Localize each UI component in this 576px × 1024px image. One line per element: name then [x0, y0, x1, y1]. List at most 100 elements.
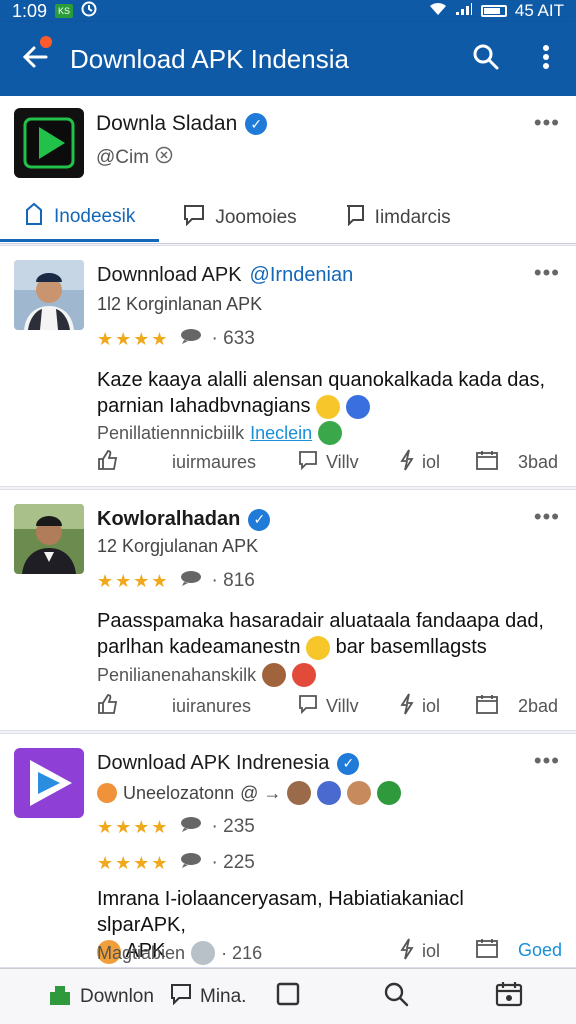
post-actions: iuirmaures Villv iol 3bad — [0, 444, 576, 480]
save-label: 3bad — [518, 451, 559, 472]
emoji-icon — [316, 394, 341, 419]
post-card[interactable]: Download APK Indrenesia ✓ ••• Uneelozato… — [0, 733, 576, 968]
post-more-button[interactable]: ••• — [534, 260, 560, 286]
comment-bubble-icon — [180, 852, 202, 874]
comment-bubble-icon — [180, 328, 202, 350]
battery-text: 45 AIT — [514, 1, 564, 20]
search-button[interactable] — [456, 22, 516, 96]
profile-more-button[interactable]: ••• — [534, 110, 560, 136]
verified-badge-icon: ✓ — [248, 508, 271, 531]
nav-messages[interactable]: Mina. — [170, 983, 246, 1011]
comment-icon — [183, 204, 205, 232]
profile-header: Downla Sladan ✓ @Cim ••• Inodeesik Joomo… — [0, 96, 576, 244]
avatar[interactable] — [14, 748, 84, 818]
share-label: iol — [422, 451, 441, 472]
nav-download[interactable]: Downlon — [48, 982, 154, 1012]
emoji-icon — [287, 781, 312, 805]
signal-icon — [455, 1, 473, 21]
post-subtitle-row: Uneelozatonn @ → — [97, 781, 402, 805]
share-label: iol — [422, 695, 441, 716]
overflow-menu-button[interactable] — [516, 22, 576, 96]
tab-bar: Inodeesik Joomoies Iimdarcis — [0, 194, 576, 244]
search-icon — [472, 43, 500, 76]
tab-joomoies[interactable]: Joomoies — [159, 194, 320, 242]
wifi-icon — [429, 1, 447, 21]
post-body-text: Imrana I-iolaanceryasam, Habiatiakaniacl… — [97, 888, 464, 936]
post-body: Kaze kaaya alalli alensan quanokalkada k… — [97, 367, 557, 419]
post-title: Kowloralhadan — [97, 508, 241, 530]
like-button[interactable] — [97, 449, 119, 476]
verified-badge-icon: ✓ — [337, 752, 360, 775]
post-meta-text: Magtiabien — [97, 942, 186, 963]
save-label: 2bad — [518, 695, 559, 716]
tab-label: Iimdarcis — [374, 207, 451, 228]
rating-row: ★★★★ · 225 — [97, 852, 255, 874]
save-button[interactable]: 2bad — [476, 694, 558, 719]
emoji-icon — [97, 783, 117, 803]
post-card[interactable]: Kowloralhadan ✓ ••• 12 Korgjulanan APK ★… — [0, 489, 576, 731]
share-label: iol — [422, 941, 441, 961]
share-button[interactable]: iol — [400, 938, 440, 965]
post-card[interactable]: Downnload APK @Irndenian ••• 1l2 Korginl… — [0, 245, 576, 487]
views-button[interactable]: Villv — [298, 450, 359, 475]
star-rating-icon: ★★★★ — [97, 328, 170, 349]
save-button[interactable]: 3bad — [476, 450, 558, 475]
chat-icon — [170, 983, 192, 1011]
battery-icon — [480, 5, 507, 17]
post-subtitle: 12 Korgjulanan APK — [97, 536, 259, 556]
post-more-button[interactable]: ••• — [534, 504, 560, 530]
nav-calendar-button[interactable] — [495, 981, 523, 1013]
thumbs-up-icon — [97, 449, 119, 476]
emoji-icon — [317, 781, 342, 805]
emoji-icon — [347, 781, 372, 805]
post-meta-link[interactable]: Ineclein — [250, 423, 312, 444]
nav-square-button[interactable] — [276, 982, 300, 1012]
star-rating-icon: ★★★★ — [97, 852, 170, 873]
comment-bubble-icon — [180, 570, 202, 592]
tab-inodeesik[interactable]: Inodeesik — [0, 194, 160, 242]
clock-icon — [81, 1, 97, 22]
post-actions: iuiranures Villv iol 2bad — [0, 688, 576, 724]
emoji-icon — [262, 663, 287, 687]
reply-count: iuiranures — [172, 695, 252, 716]
nav-label: Mina. — [200, 985, 247, 1007]
save-label: Goed — [518, 940, 563, 960]
rating-count: · 633 — [211, 328, 255, 349]
close-circle-icon[interactable] — [155, 146, 173, 170]
nav-label: Downlon — [80, 985, 154, 1007]
post-title: Download APK Indrenesia — [97, 752, 330, 774]
like-button[interactable] — [97, 693, 119, 720]
post-mention-link[interactable]: @Irndenian — [250, 264, 354, 287]
verified-badge-icon: ✓ — [245, 113, 268, 135]
post-meta: Penillatiennnicbiilk Ineclein — [97, 421, 343, 445]
notification-badge-icon: KS — [55, 4, 74, 18]
back-button[interactable] — [0, 22, 70, 96]
post-body-tail: bar basemllagsts — [335, 636, 487, 658]
calendar-icon — [476, 694, 498, 719]
post-body: Paasspamaka hasaradair aluataala fandaap… — [97, 608, 557, 660]
nav-search-button[interactable] — [383, 981, 409, 1013]
thumbs-up-icon — [97, 693, 119, 720]
calendar-icon — [495, 981, 523, 1013]
post-title-row: Kowloralhadan ✓ — [97, 508, 271, 531]
post-more-button[interactable]: ••• — [534, 748, 560, 774]
post-title: Downnload APK — [97, 264, 242, 286]
tab-iimdarcis[interactable]: Iimdarcis — [321, 194, 475, 242]
save-button[interactable]: Goed — [476, 938, 562, 963]
bottom-navigation: Downlon Mina. — [0, 968, 576, 1024]
share-button[interactable]: iol — [400, 449, 440, 476]
avatar[interactable] — [14, 504, 84, 574]
page-title: Download APK Indensia — [70, 43, 349, 74]
post-title-row: Downnload APK @Irndenian — [97, 264, 353, 287]
post-meta: Magtiabien · 216 — [97, 941, 262, 965]
rating-count: · 225 — [211, 852, 255, 873]
app-bar: Download APK Indensia — [0, 22, 576, 96]
search-icon — [383, 981, 409, 1013]
share-button[interactable]: iol — [400, 693, 440, 720]
emoji-icon — [306, 635, 331, 660]
views-label: Villv — [326, 451, 359, 472]
more-vertical-icon — [542, 44, 550, 75]
bolt-icon — [400, 938, 414, 965]
views-button[interactable]: Villv — [298, 694, 359, 719]
avatar[interactable] — [14, 260, 84, 330]
